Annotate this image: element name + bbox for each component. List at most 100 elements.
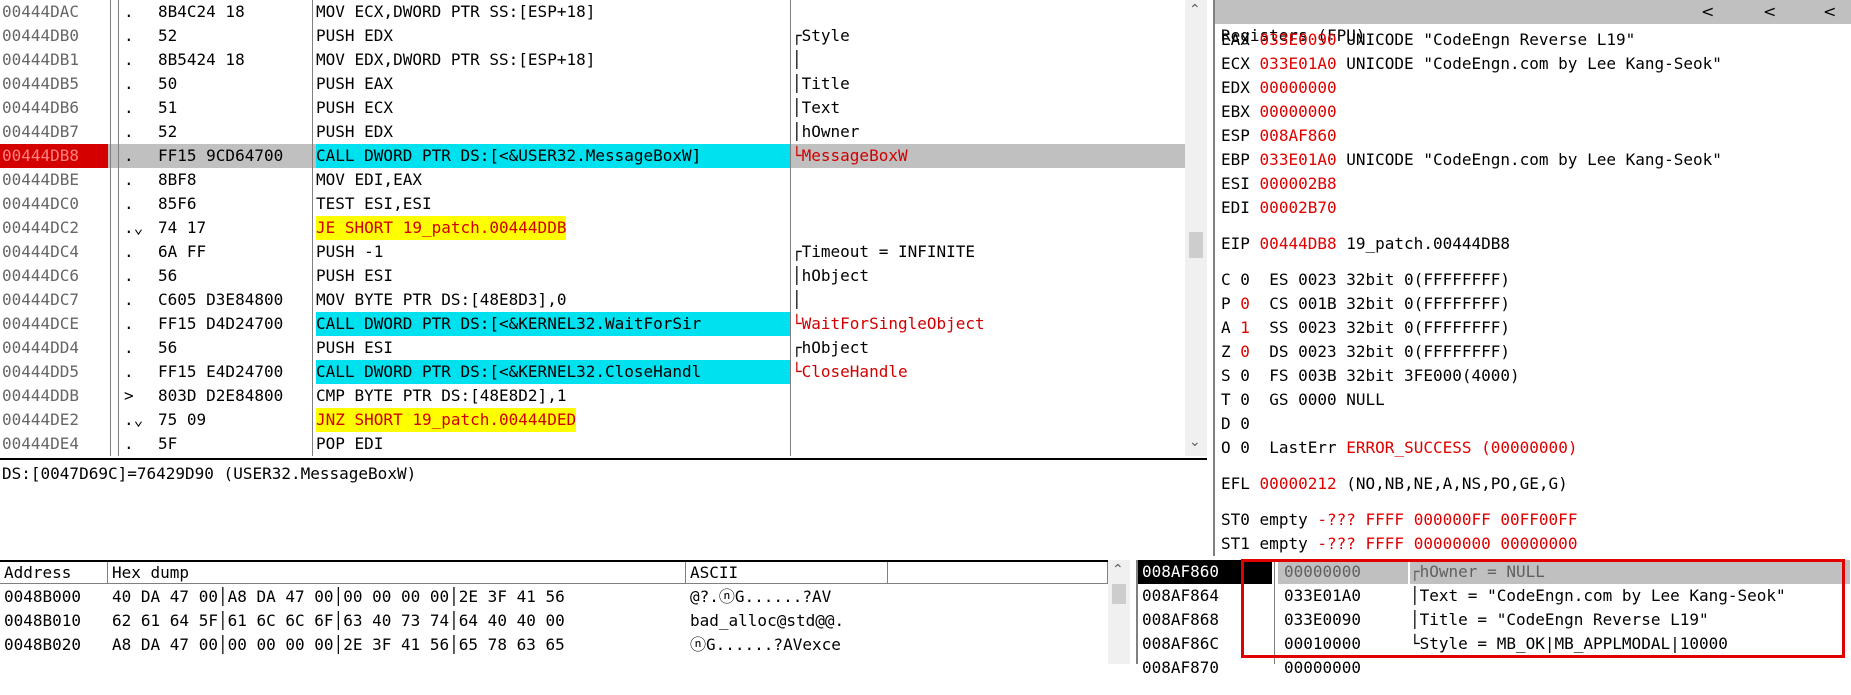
stack-row[interactable]: 008AF864 033E01A0 │Text = "CodeEngn.com by… xyxy=(1138,584,1851,608)
address-cell[interactable]: 00444DD5 xyxy=(0,360,108,384)
address-cell[interactable]: 00444DC2 xyxy=(0,216,108,240)
stack-address[interactable]: 008AF870 xyxy=(1138,656,1272,680)
hex-bytes-cell[interactable]: 8B5424 18 xyxy=(158,48,310,72)
address-cell[interactable]: 00444DC4 xyxy=(0,240,108,264)
fpu-value[interactable]: -??? FFFF 000000FF 00FF00FF xyxy=(1317,510,1577,529)
stack-row[interactable]: 008AF870 00000000 xyxy=(1138,656,1851,680)
flag-row[interactable]: S 0 FS 003B 32bit 3FE000(4000) xyxy=(1221,364,1520,388)
dump-address[interactable]: 0048B020 xyxy=(4,634,81,656)
hex-bytes-cell[interactable]: 52 xyxy=(158,24,310,48)
nav-left-icon[interactable]: < xyxy=(1823,0,1836,24)
flag-value[interactable]: 0 xyxy=(1240,342,1250,361)
disasm-row[interactable]: 00444DE4. 5F POP EDI xyxy=(0,432,1185,456)
address-cell[interactable]: 00444DB0 xyxy=(0,24,108,48)
fpu-row[interactable]: ST0 empty -??? FFFF 000000FF 00FF00FF xyxy=(1221,508,1577,532)
hex-bytes-cell[interactable]: 85F6 xyxy=(158,192,310,216)
address-cell[interactable]: 00444DB8 xyxy=(0,144,108,168)
instruction-cell[interactable]: POP EDI xyxy=(316,432,791,456)
disasm-row[interactable]: 00444DE2 .⌄ 75 09 JNZ SHORT 19_patch.00444D… xyxy=(0,408,1185,432)
register-value[interactable]: 00000000 xyxy=(1260,78,1337,97)
dump-hex[interactable]: 40 DA 47 00│A8 DA 47 00│00 00 00 00│2E 3… xyxy=(112,586,565,608)
stack-row[interactable]: 008AF860 00000000 ┌hOwner = NULL xyxy=(1138,560,1851,584)
register-value[interactable]: 033E01A0 xyxy=(1260,150,1337,169)
register-row[interactable]: ESI 000002B8 xyxy=(1221,172,1346,196)
instruction-cell[interactable]: TEST ESI,ESI xyxy=(316,192,791,216)
stack-row[interactable]: 008AF86C 00010000 └Style = MB_OK|MB_APPLMO… xyxy=(1138,632,1851,656)
column-header-ascii[interactable]: ASCII xyxy=(686,562,888,584)
disasm-row[interactable]: 00444DB8. FF15 9CD64700 CALL DWORD PTR DS:… xyxy=(0,144,1185,168)
disasm-row[interactable]: 00444DDB >803D D2E84800 CMP BYTE PTR DS:[4… xyxy=(0,384,1185,408)
hex-bytes-cell[interactable]: FF15 9CD64700 xyxy=(158,144,310,168)
address-cell[interactable]: 00444DDB xyxy=(0,384,108,408)
hex-bytes-cell[interactable]: 6A FF xyxy=(158,240,310,264)
register-value[interactable]: 00000000 xyxy=(1260,102,1337,121)
instruction-cell[interactable]: PUSH -1 xyxy=(316,240,791,264)
register-value[interactable]: 008AF860 xyxy=(1260,126,1337,145)
flag-row[interactable]: Z 0 DS 0023 32bit 0(FFFFFFFF) xyxy=(1221,340,1510,364)
hex-bytes-cell[interactable]: 75 09 xyxy=(158,408,310,432)
dump-address[interactable]: 0048B010 xyxy=(4,610,81,632)
instruction-cell[interactable]: MOV EDX,DWORD PTR SS:[ESP+18] xyxy=(316,48,791,72)
flag-row[interactable]: O 0 LastErr ERROR_SUCCESS (00000000) xyxy=(1221,436,1577,460)
flag-value[interactable]: 0 xyxy=(1240,294,1250,313)
stack-pane[interactable]: 008AF860 00000000 ┌hOwner = NULL 008AF864 03… xyxy=(1136,560,1851,677)
scroll-up-icon[interactable]: ⌃ xyxy=(1112,562,1124,578)
nav-left-icon[interactable]: < xyxy=(1701,0,1714,24)
instruction-cell[interactable]: CALL DWORD PTR DS:[<&KERNEL32.CloseHandl xyxy=(316,360,791,384)
instruction-cell[interactable]: CALL DWORD PTR DS:[<&USER32.MessageBoxW] xyxy=(316,144,791,168)
flag-value[interactable]: 0 xyxy=(1240,390,1250,409)
fpu-value[interactable]: -??? FFFF 00000000 00000000 xyxy=(1317,534,1577,553)
scroll-thumb[interactable] xyxy=(1112,584,1126,604)
instruction-cell[interactable]: CMP BYTE PTR DS:[48E8D2],1 xyxy=(316,384,791,408)
eip-row[interactable]: EIP 00444DB8 19_patch.00444DB8 xyxy=(1221,232,1510,256)
hex-bytes-cell[interactable]: 8BF8 xyxy=(158,168,310,192)
instruction-cell[interactable]: PUSH ESI xyxy=(316,336,791,360)
disasm-row[interactable]: 00444DB5. 50 PUSH EAX │Title xyxy=(0,72,1185,96)
dump-address[interactable]: 0048B000 xyxy=(4,586,81,608)
disasm-row[interactable]: 00444DB7. 52 PUSH EDX │hOwner xyxy=(0,120,1185,144)
instruction-cell[interactable]: MOV BYTE PTR DS:[48E8D3],0 xyxy=(316,288,791,312)
stack-value[interactable]: 00000000 xyxy=(1278,560,1408,584)
register-row[interactable]: ESP 008AF860 xyxy=(1221,124,1346,148)
disasm-row[interactable]: 00444DC2 .⌄ 74 17 JE SHORT 19_patch.00444DD… xyxy=(0,216,1185,240)
address-cell[interactable]: 00444DC7 xyxy=(0,288,108,312)
instruction-cell[interactable]: JE SHORT 19_patch.00444DDB xyxy=(316,216,567,240)
address-cell[interactable]: 00444DAC xyxy=(0,0,108,24)
scroll-up-icon[interactable]: ⌃ xyxy=(1189,2,1201,18)
hex-bytes-cell[interactable]: 56 xyxy=(158,336,310,360)
efl-row[interactable]: EFL 00000212 (NO,NB,NE,A,NS,PO,GE,G) xyxy=(1221,472,1568,496)
instruction-cell[interactable]: PUSH ECX xyxy=(316,96,791,120)
hex-bytes-cell[interactable]: FF15 D4D24700 xyxy=(158,312,310,336)
flag-row[interactable]: A 1 SS 0023 32bit 0(FFFFFFFF) xyxy=(1221,316,1510,340)
disasm-row[interactable]: 00444DB0. 52 PUSH EDX ┌Style xyxy=(0,24,1185,48)
flag-value[interactable]: 0 xyxy=(1240,366,1250,385)
instruction-cell[interactable]: PUSH EDX xyxy=(316,120,791,144)
hex-bytes-cell[interactable]: 803D D2E84800 xyxy=(158,384,310,408)
flag-value[interactable]: 1 xyxy=(1240,318,1250,337)
stack-value[interactable]: 00010000 xyxy=(1278,632,1408,656)
hex-bytes-cell[interactable]: 5F xyxy=(158,432,310,456)
instruction-cell[interactable]: PUSH EDX xyxy=(316,24,791,48)
register-row[interactable]: EDX 00000000 xyxy=(1221,76,1346,100)
stack-row[interactable]: 008AF868 033E0090 │Title = "CodeEngn Rever… xyxy=(1138,608,1851,632)
disassembly-pane[interactable]: 00444DAC. 8B4C24 18 MOV ECX,DWORD PTR SS:[… xyxy=(0,0,1185,456)
instruction-cell[interactable]: CALL DWORD PTR DS:[<&KERNEL32.WaitForSir xyxy=(316,312,791,336)
column-header-hex-dump[interactable]: Hex dump xyxy=(108,562,686,584)
hex-bytes-cell[interactable]: 74 17 xyxy=(158,216,310,240)
dump-hex[interactable]: A8 DA 47 00│00 00 00 00│2E 3F 41 56│65 7… xyxy=(112,634,565,656)
address-cell[interactable]: 00444DE4 xyxy=(0,432,108,456)
disasm-row[interactable]: 00444DAC. 8B4C24 18 MOV ECX,DWORD PTR SS:[… xyxy=(0,0,1185,24)
instruction-cell[interactable]: JNZ SHORT 19_patch.00444DED xyxy=(316,408,577,432)
address-cell[interactable]: 00444DCE xyxy=(0,312,108,336)
address-cell[interactable]: 00444DBE xyxy=(0,168,108,192)
register-row[interactable]: EDI 00002B70 xyxy=(1221,196,1346,220)
address-cell[interactable]: 00444DC0 xyxy=(0,192,108,216)
hex-bytes-cell[interactable]: 50 xyxy=(158,72,310,96)
disasm-row[interactable]: 00444DD5. FF15 E4D24700 CALL DWORD PTR DS:… xyxy=(0,360,1185,384)
register-row[interactable]: EAX 033E0090 UNICODE "CodeEngn Reverse L… xyxy=(1221,28,1635,52)
instruction-cell[interactable]: MOV ECX,DWORD PTR SS:[ESP+18] xyxy=(316,0,791,24)
flag-value[interactable]: 0 xyxy=(1240,438,1250,457)
register-row[interactable]: EBP 033E01A0 UNICODE "CodeEngn.com by Le… xyxy=(1221,148,1722,172)
flag-row[interactable]: C 0 ES 0023 32bit 0(FFFFFFFF) xyxy=(1221,268,1510,292)
flag-row[interactable]: D 0 xyxy=(1221,412,1269,436)
